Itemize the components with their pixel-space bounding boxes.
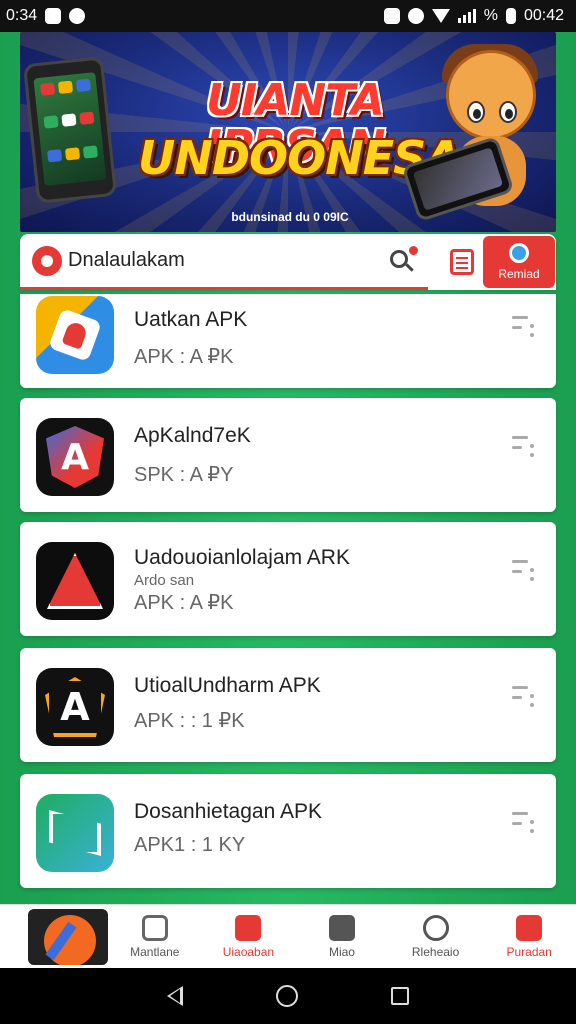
recent-apps-icon[interactable] <box>391 987 410 1005</box>
banner-phone-image <box>22 56 118 204</box>
app-name: Uatkan APK <box>134 308 248 331</box>
app-meta: SPK : A ₽Y <box>134 464 234 486</box>
banner-subtitle: bdunsinad du 0 09IC <box>231 210 349 224</box>
app-meta: APK : A ₽K <box>134 592 234 614</box>
battery-icon <box>505 8 516 24</box>
tab-label: Dnalaulakam <box>68 249 185 271</box>
featured-thumbnail[interactable] <box>28 908 108 965</box>
recent-button[interactable]: Remiad <box>483 236 555 288</box>
more-options-icon[interactable] <box>512 434 534 460</box>
back-icon[interactable] <box>166 986 183 1006</box>
more-options-icon[interactable] <box>512 558 534 584</box>
apps-icon <box>235 914 262 941</box>
app-meta: APK1 : 1 KY <box>134 834 246 856</box>
app-icon <box>36 542 114 620</box>
app-card[interactable]: A ApKalnd7eK SPK : A ₽Y <box>20 398 556 512</box>
nav-label: Puradan <box>506 944 552 959</box>
more-options-icon[interactable] <box>512 810 534 836</box>
nav-item-rleheaio[interactable]: Rleheaio <box>389 914 483 959</box>
tab-bar: Dnalaulakam Remiad <box>20 234 556 290</box>
app-icon <box>36 794 114 872</box>
battery-indicator: % <box>483 7 498 24</box>
recent-button-label: Remiad <box>498 267 540 281</box>
nav-item-uiaoaban[interactable]: Uiaoaban <box>202 914 296 959</box>
app-card[interactable]: A UtioalUndharm APK APK : : 1 ₽K <box>20 648 556 762</box>
app-name: Dosanhietagan APK <box>134 800 322 823</box>
app-card[interactable]: Uatkan APK APK : A ₽K <box>20 294 556 388</box>
app-status-icon <box>69 8 86 24</box>
app-name: UtioalUndharm APK <box>134 674 321 697</box>
nav-label: Mantlane <box>130 944 180 959</box>
app-name: ApKalnd7eK <box>134 424 251 447</box>
nav-label: Rleheaio <box>411 944 460 959</box>
home-icon[interactable] <box>275 985 298 1007</box>
signal-icon <box>457 9 476 23</box>
search-icon[interactable] <box>388 246 418 276</box>
app-name: Uadouoianlolajam ARK <box>134 546 350 569</box>
nav-label: Miao <box>328 944 355 959</box>
app-icon: A <box>36 418 114 496</box>
list-icon[interactable] <box>442 234 482 290</box>
tab-active[interactable]: Dnalaulakam <box>20 234 428 290</box>
notification-icon <box>422 914 449 941</box>
status-time-left: 0:34 <box>6 7 38 24</box>
games-icon <box>328 914 355 941</box>
edit-icon <box>141 914 168 941</box>
promo-banner[interactable]: UIANTA IPRSAN UNDOONESA bdunsinad du 0 0… <box>20 32 556 232</box>
app-card[interactable]: Uadouoianlolajam ARK Ardo san APK : A ₽K <box>20 522 556 636</box>
app-extra: Ardo san <box>134 572 195 589</box>
recent-icon <box>509 243 529 263</box>
download-icon <box>516 914 543 941</box>
nav-label: Uiaoaban <box>222 944 275 959</box>
app-meta: APK : : 1 ₽K <box>134 710 245 732</box>
vibrate-icon <box>407 8 424 24</box>
more-options-icon[interactable] <box>512 314 534 340</box>
app-icon: A <box>36 668 114 746</box>
notification-icon <box>45 8 62 24</box>
status-time-right: 00:42 <box>523 7 564 24</box>
wifi-icon <box>431 9 450 23</box>
nav-item-puradan[interactable]: Puradan <box>482 914 576 959</box>
nav-item-mantlane[interactable]: Mantlane <box>108 914 202 959</box>
mascot-image <box>401 40 548 223</box>
system-navigation <box>0 968 576 1024</box>
status-bar: 0:34 % 00:42 <box>0 0 576 32</box>
app-icon <box>36 296 114 374</box>
bottom-navigation: Mantlane Uiaoaban Miao Rleheaio Puradan <box>0 904 576 968</box>
more-options-icon[interactable] <box>512 684 534 710</box>
app-meta: APK : A ₽K <box>134 346 234 368</box>
nav-item-miao[interactable]: Miao <box>295 914 389 959</box>
alarm-icon <box>383 8 400 24</box>
app-logo-icon <box>32 245 62 276</box>
app-card[interactable]: Dosanhietagan APK APK1 : 1 KY <box>20 774 556 888</box>
